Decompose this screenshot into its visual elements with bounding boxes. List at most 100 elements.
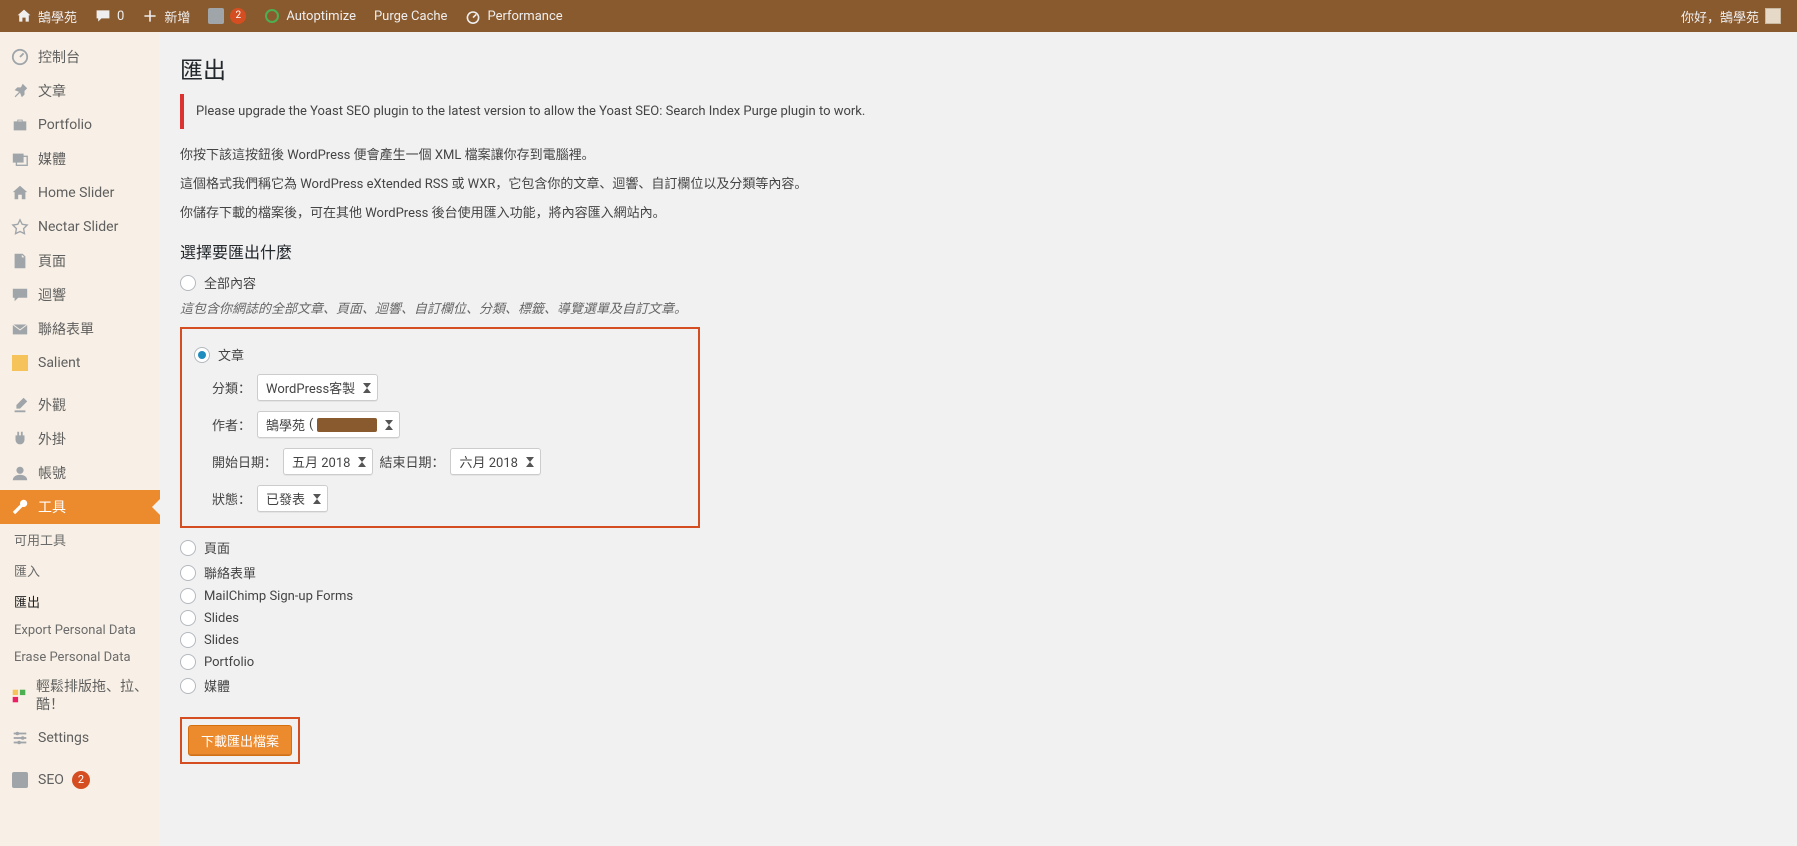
menu-portfolio[interactable]: Portfolio	[0, 108, 160, 142]
media-icon	[10, 149, 30, 169]
radio-slides-1[interactable]	[180, 610, 196, 626]
yoast-badge: 2	[230, 8, 246, 24]
content-area: 匯出 Please upgrade the Yoast SEO plugin t…	[160, 32, 1797, 846]
mail-icon	[10, 319, 30, 339]
admin-bar-left: 鵠學苑 0 新增 2 Autoptimize Purge Cache Perfo…	[8, 0, 571, 32]
submenu-erase-personal[interactable]: Erase Personal Data	[0, 644, 160, 671]
select-status[interactable]: 已發表	[257, 485, 328, 512]
select-category[interactable]: WordPress客製	[257, 374, 378, 401]
option-pages[interactable]: 頁面	[180, 538, 1777, 557]
autoptimize-link[interactable]: Autoptimize	[256, 0, 364, 32]
brush-icon	[10, 395, 30, 415]
wrench-icon	[10, 497, 30, 517]
yoast-icon	[10, 770, 30, 790]
new-label: 新增	[164, 7, 190, 26]
option-posts[interactable]: 文章	[194, 345, 686, 364]
option-slides-2[interactable]: Slides	[180, 632, 1777, 648]
select-end-date[interactable]: 六月 2018	[450, 448, 540, 475]
autoptimize-label: Autoptimize	[286, 9, 356, 24]
comments-link[interactable]: 0	[87, 0, 132, 32]
user-icon	[10, 463, 30, 483]
menu-contact[interactable]: 聯絡表單	[0, 312, 160, 346]
howdy-link[interactable]: 你好，鵠學苑	[1673, 0, 1789, 32]
autoptimize-icon	[264, 8, 280, 24]
purge-cache-link[interactable]: Purge Cache	[366, 0, 455, 32]
site-name: 鵠學苑	[38, 7, 77, 26]
menu-salient[interactable]: Salient	[0, 346, 160, 380]
menu-easy-layout[interactable]: 輕鬆排版拖、拉、酷！	[0, 671, 160, 721]
menu-dashboard[interactable]: 控制台	[0, 40, 160, 74]
gauge-icon	[465, 8, 481, 24]
export-posts-box: 文章 分類： WordPress客製 作者： 鵠學苑 ( 開始日期： 五月 20…	[180, 327, 700, 528]
plug-icon	[10, 429, 30, 449]
option-contact[interactable]: 聯絡表單	[180, 563, 1777, 582]
home-icon	[16, 8, 32, 24]
salient-icon	[10, 353, 30, 373]
radio-all[interactable]	[180, 275, 196, 291]
site-link[interactable]: 鵠學苑	[8, 0, 85, 32]
radio-posts[interactable]	[194, 347, 210, 363]
choose-heading: 選擇要匯出什麼	[180, 239, 1777, 263]
comment-icon	[95, 8, 111, 24]
yoast-icon	[208, 8, 224, 24]
page-title: 匯出	[180, 42, 1777, 89]
select-start-date[interactable]: 五月 2018	[283, 448, 373, 475]
filter-category: 分類： WordPress客製	[212, 374, 686, 401]
star-icon	[10, 217, 30, 237]
radio-portfolio[interactable]	[180, 654, 196, 670]
download-button-box: 下載匯出檔案	[180, 717, 300, 764]
option-portfolio[interactable]: Portfolio	[180, 654, 1777, 670]
radio-media[interactable]	[180, 678, 196, 694]
radio-pages[interactable]	[180, 540, 196, 556]
notice-error: Please upgrade the Yoast SEO plugin to t…	[180, 94, 1777, 129]
menu-tools[interactable]: 工具	[0, 490, 160, 524]
performance-link[interactable]: Performance	[457, 0, 570, 32]
menu-seo[interactable]: SEO 2	[0, 763, 160, 797]
desc-2: 這個格式我們稱它為 WordPress eXtended RSS 或 WXR，它…	[180, 173, 1777, 192]
new-link[interactable]: 新增	[134, 0, 198, 32]
filter-author: 作者： 鵠學苑 (	[212, 411, 686, 438]
option-mailchimp[interactable]: MailChimp Sign-up Forms	[180, 588, 1777, 604]
howdy-text: 你好，鵠學苑	[1681, 7, 1759, 26]
submenu-available[interactable]: 可用工具	[0, 524, 160, 555]
menu-nectar-slider[interactable]: Nectar Slider	[0, 210, 160, 244]
menu-plugins[interactable]: 外掛	[0, 422, 160, 456]
submenu-export-personal[interactable]: Export Personal Data	[0, 617, 160, 644]
pin-icon	[10, 81, 30, 101]
avatar	[1765, 8, 1781, 24]
radio-slides-2[interactable]	[180, 632, 196, 648]
hint-all: 這包含你網誌的全部文章、頁面、迴響、自訂欄位、分類、標籤、導覽選單及自訂文章。	[180, 298, 1777, 317]
option-slides-1[interactable]: Slides	[180, 610, 1777, 626]
dashboard-icon	[10, 47, 30, 67]
seo-badge: 2	[72, 771, 90, 789]
filter-status: 狀態： 已發表	[212, 485, 686, 512]
comments-count: 0	[117, 9, 124, 24]
comment-icon	[10, 285, 30, 305]
menu-home-slider[interactable]: Home Slider	[0, 176, 160, 210]
yoast-link[interactable]: 2	[200, 0, 254, 32]
author-redacted	[317, 418, 377, 432]
radio-mailchimp[interactable]	[180, 588, 196, 604]
menu-pages[interactable]: 頁面	[0, 244, 160, 278]
home-icon	[10, 183, 30, 203]
menu-appearance[interactable]: 外觀	[0, 388, 160, 422]
page-icon	[10, 251, 30, 271]
menu-comments[interactable]: 迴響	[0, 278, 160, 312]
option-media[interactable]: 媒體	[180, 676, 1777, 695]
admin-menu: 控制台 文章 Portfolio 媒體 Home Slider Nectar S…	[0, 32, 160, 846]
submenu-export[interactable]: 匯出	[0, 586, 160, 617]
menu-posts[interactable]: 文章	[0, 74, 160, 108]
purge-cache-label: Purge Cache	[374, 9, 447, 24]
performance-label: Performance	[487, 9, 562, 24]
desc-3: 你儲存下載的檔案後，可在其他 WordPress 後台使用匯入功能，將內容匯入網…	[180, 202, 1777, 221]
menu-settings[interactable]: Settings	[0, 721, 160, 755]
submenu-import[interactable]: 匯入	[0, 555, 160, 586]
download-export-button[interactable]: 下載匯出檔案	[188, 725, 292, 756]
menu-users[interactable]: 帳號	[0, 456, 160, 490]
layout-icon	[10, 686, 28, 706]
menu-media[interactable]: 媒體	[0, 142, 160, 176]
option-all[interactable]: 全部內容	[180, 273, 1777, 292]
briefcase-icon	[10, 115, 30, 135]
radio-contact[interactable]	[180, 565, 196, 581]
select-author[interactable]: 鵠學苑 (	[257, 411, 400, 438]
